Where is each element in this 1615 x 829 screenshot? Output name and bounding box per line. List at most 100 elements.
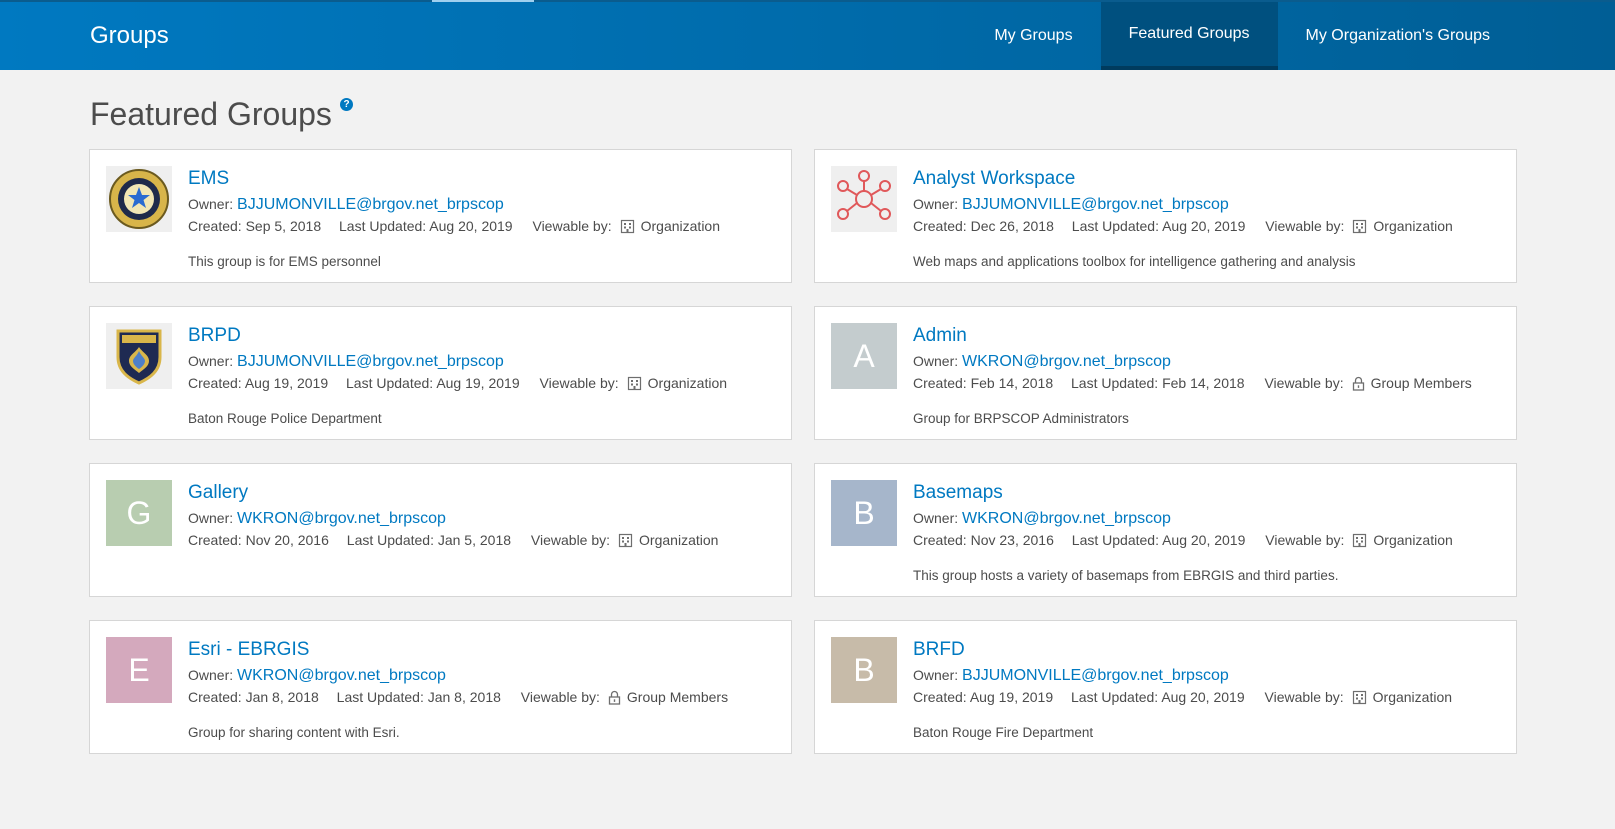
owner-label: Owner: xyxy=(188,196,234,212)
updated-label: Last Updated: xyxy=(1071,218,1159,234)
created-date: Jan 8, 2018 xyxy=(245,689,319,705)
meta-row: Created: Sep 5, 2018 Last Updated: Aug 2… xyxy=(188,216,781,239)
group-name-link[interactable]: BRPD xyxy=(188,325,241,347)
group-thumbnail[interactable]: A xyxy=(831,323,897,389)
owner-row: Owner: WKRON@brgov.net_brpscop xyxy=(188,508,781,529)
viewable-value: Organization xyxy=(647,375,728,391)
created-date: Dec 26, 2018 xyxy=(970,218,1054,234)
group-thumbnail[interactable]: B xyxy=(831,637,897,703)
owner-row: Owner: WKRON@brgov.net_brpscop xyxy=(913,508,1506,529)
lock-icon xyxy=(608,690,621,710)
created-label: Created: xyxy=(913,689,967,705)
organization-icon xyxy=(618,533,633,553)
tab-my-groups[interactable]: My Groups xyxy=(966,2,1100,70)
owner-link[interactable]: WKRON@brgov.net_brpscop xyxy=(962,510,1171,527)
group-name-link[interactable]: BRFD xyxy=(913,639,965,661)
group-info: BRFD Owner: BJJUMONVILLE@brgov.net_brpsc… xyxy=(913,639,1506,742)
viewable-label: Viewable by: xyxy=(520,689,600,705)
group-thumbnail[interactable]: E xyxy=(106,637,172,703)
owner-link[interactable]: WKRON@brgov.net_brpscop xyxy=(237,667,446,684)
viewable-value: Organization xyxy=(639,532,719,548)
group-card: BRPD Owner: BJJUMONVILLE@brgov.net_brpsc… xyxy=(89,306,792,440)
group-name-link[interactable]: EMS xyxy=(188,168,229,190)
ems-seal-icon[interactable] xyxy=(106,166,172,232)
viewable-label: Viewable by: xyxy=(1265,532,1345,548)
organization-icon xyxy=(627,376,642,396)
viewable-value: Group Members xyxy=(1370,375,1472,391)
meta-row: Created: Aug 19, 2019 Last Updated: Aug … xyxy=(913,687,1506,710)
meta-row: Created: Dec 26, 2018 Last Updated: Aug … xyxy=(913,216,1506,239)
group-thumbnail[interactable]: G xyxy=(106,480,172,546)
group-info: BRPD Owner: BJJUMONVILLE@brgov.net_brpsc… xyxy=(188,325,781,428)
group-description: Web maps and applications toolbox for in… xyxy=(913,254,1356,269)
group-name-link[interactable]: Basemaps xyxy=(913,482,1003,504)
owner-label: Owner: xyxy=(188,353,234,369)
meta-row: Created: Feb 14, 2018 Last Updated: Feb … xyxy=(913,373,1506,396)
updated-label: Last Updated: xyxy=(1071,689,1159,705)
created-label: Created: xyxy=(188,218,242,234)
network-icon[interactable] xyxy=(831,166,897,232)
updated-date: Aug 19, 2019 xyxy=(436,375,520,391)
top-navigation-bar: Groups My Groups Featured Groups My Orga… xyxy=(0,0,1615,70)
tab-featured-groups[interactable]: Featured Groups xyxy=(1100,2,1278,70)
viewable-label: Viewable by: xyxy=(1264,689,1344,705)
owner-row: Owner: BJJUMONVILLE@brgov.net_brpscop xyxy=(913,665,1506,686)
viewable-value: Organization xyxy=(1373,218,1453,234)
viewable-label: Viewable by: xyxy=(530,532,611,548)
organization-icon xyxy=(1352,690,1367,710)
updated-date: Aug 20, 2019 xyxy=(429,218,513,234)
owner-row: Owner: WKRON@brgov.net_brpscop xyxy=(913,351,1506,372)
created-label: Created: xyxy=(188,375,242,391)
group-card: B BRFD Owner: BJJUMONVILLE@brgov.net_brp… xyxy=(814,620,1517,754)
police-badge-icon[interactable] xyxy=(106,323,172,389)
help-icon[interactable]: ? xyxy=(340,98,353,111)
group-name-link[interactable]: Esri - EBRGIS xyxy=(188,639,309,661)
group-name-link[interactable]: Admin xyxy=(913,325,967,347)
owner-link[interactable]: BJJUMONVILLE@brgov.net_brpscop xyxy=(962,667,1229,684)
created-label: Created: xyxy=(913,532,967,548)
created-date: Sep 5, 2018 xyxy=(245,218,322,234)
viewable-label: Viewable by: xyxy=(1264,375,1344,391)
group-info: Gallery Owner: WKRON@brgov.net_brpscop C… xyxy=(188,482,781,567)
group-description: This group hosts a variety of basemaps f… xyxy=(913,568,1339,583)
updated-date: Aug 20, 2019 xyxy=(1162,532,1246,548)
viewable-label: Viewable by: xyxy=(1265,218,1345,234)
updated-date: Aug 20, 2019 xyxy=(1161,689,1245,705)
group-description: Baton Rouge Fire Department xyxy=(913,725,1094,740)
owner-label: Owner: xyxy=(913,510,959,526)
created-date: Aug 19, 2019 xyxy=(244,375,329,391)
owner-label: Owner: xyxy=(913,667,959,683)
group-name-link[interactable]: Gallery xyxy=(188,482,248,504)
group-info: EMS Owner: BJJUMONVILLE@brgov.net_brpsco… xyxy=(188,168,781,271)
updated-label: Last Updated: xyxy=(336,689,424,705)
group-card: B Basemaps Owner: WKRON@brgov.net_brpsco… xyxy=(814,463,1517,597)
organization-icon xyxy=(1352,533,1367,553)
group-description: Group for sharing content with Esri. xyxy=(188,725,400,740)
owner-row: Owner: BJJUMONVILLE@brgov.net_brpscop xyxy=(188,351,781,372)
owner-link[interactable]: BJJUMONVILLE@brgov.net_brpscop xyxy=(237,353,504,370)
viewable-value: Organization xyxy=(640,218,721,234)
viewable-value: Group Members xyxy=(626,689,729,705)
updated-label: Last Updated: xyxy=(1071,532,1159,548)
owner-label: Owner: xyxy=(188,510,234,526)
meta-row: Created: Jan 8, 2018 Last Updated: Jan 8… xyxy=(188,687,781,710)
owner-link[interactable]: WKRON@brgov.net_brpscop xyxy=(962,353,1171,370)
viewable-label: Viewable by: xyxy=(532,218,612,234)
owner-row: Owner: BJJUMONVILLE@brgov.net_brpscop xyxy=(913,194,1506,215)
owner-link[interactable]: WKRON@brgov.net_brpscop xyxy=(237,510,446,527)
page-title: Featured Groups xyxy=(90,96,332,132)
tab-my-organizations-groups[interactable]: My Organization's Groups xyxy=(1278,2,1518,70)
meta-row: Created: Nov 20, 2016 Last Updated: Jan … xyxy=(188,530,781,553)
created-label: Created: xyxy=(188,689,242,705)
app-title[interactable]: Groups xyxy=(90,22,169,50)
meta-row: Created: Aug 19, 2019 Last Updated: Aug … xyxy=(188,373,781,396)
group-name-link[interactable]: Analyst Workspace xyxy=(913,168,1075,190)
updated-label: Last Updated: xyxy=(1071,375,1159,391)
group-card: G Gallery Owner: WKRON@brgov.net_brpscop… xyxy=(89,463,792,597)
owner-link[interactable]: BJJUMONVILLE@brgov.net_brpscop xyxy=(237,196,504,213)
owner-row: Owner: BJJUMONVILLE@brgov.net_brpscop xyxy=(188,194,781,215)
created-date: Feb 14, 2018 xyxy=(970,375,1054,391)
owner-link[interactable]: BJJUMONVILLE@brgov.net_brpscop xyxy=(962,196,1229,213)
lock-icon xyxy=(1352,376,1365,396)
group-thumbnail[interactable]: B xyxy=(831,480,897,546)
